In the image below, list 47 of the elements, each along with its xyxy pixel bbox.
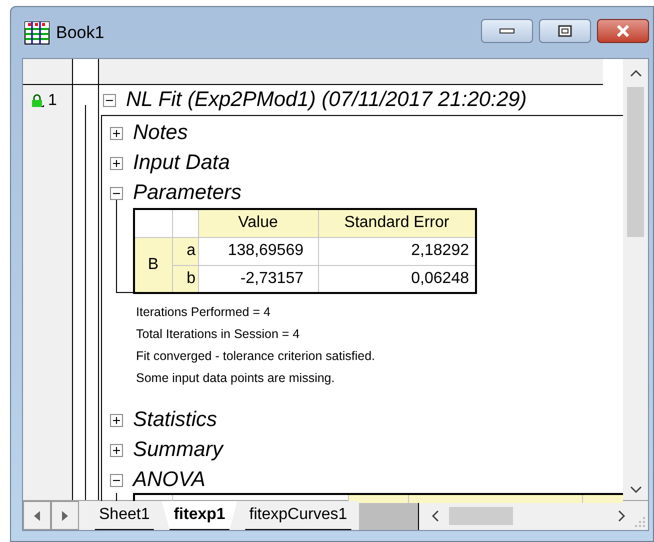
close-icon bbox=[616, 24, 630, 36]
column-header: Standard Error bbox=[318, 209, 476, 237]
collapse-icon[interactable] bbox=[103, 94, 116, 106]
worksheet-icon bbox=[24, 20, 50, 44]
expand-icon[interactable] bbox=[110, 414, 123, 426]
resize-grip-icon bbox=[634, 516, 646, 528]
scroll-left-icon bbox=[431, 510, 440, 522]
collapse-icon[interactable] bbox=[110, 186, 123, 200]
previous-sheet-button[interactable] bbox=[23, 501, 51, 530]
column-header: Value bbox=[198, 209, 318, 237]
minimize-icon bbox=[499, 28, 515, 34]
scroll-right-icon bbox=[618, 510, 626, 522]
section-heading: Parameters bbox=[133, 180, 242, 206]
row-header: b bbox=[172, 265, 198, 293]
row-header: a bbox=[172, 237, 198, 265]
lock-icon bbox=[31, 94, 45, 108]
fit-note: Iterations Performed = 4 bbox=[136, 304, 272, 321]
fit-note: Total Iterations in Session = 4 bbox=[136, 326, 301, 343]
section-heading: Notes bbox=[133, 120, 188, 146]
table-cell: 138,69569 bbox=[198, 237, 318, 265]
section-heading: Input Data bbox=[133, 150, 230, 176]
left-arrow-icon bbox=[34, 510, 40, 520]
scroll-down-icon bbox=[630, 486, 642, 494]
expand-icon[interactable] bbox=[110, 444, 123, 456]
minimize-button[interactable] bbox=[481, 18, 533, 42]
scroll-up-icon bbox=[630, 69, 642, 77]
section-heading: Summary bbox=[133, 437, 223, 464]
section-heading: Statistics bbox=[133, 407, 218, 434]
vertical-scrollbar[interactable] bbox=[623, 59, 648, 500]
report-title: NL Fit (Exp2PMod1) (07/11/2017 21:20:29) bbox=[126, 87, 527, 114]
maximize-button[interactable] bbox=[539, 18, 591, 42]
fit-note: Some input data points are missing. bbox=[136, 370, 336, 387]
expand-icon[interactable] bbox=[110, 126, 123, 140]
row-number: 1 bbox=[48, 91, 57, 111]
collapse-icon[interactable] bbox=[110, 474, 123, 486]
restore-icon bbox=[558, 24, 572, 36]
fit-note: Fit converged - tolerance criterion satisfied. bbox=[136, 348, 376, 365]
section-heading: ANOVA bbox=[133, 467, 206, 494]
window-title: Book1 bbox=[56, 22, 104, 44]
right-arrow-icon bbox=[62, 510, 68, 520]
scrollbar-thumb[interactable] bbox=[449, 506, 514, 524]
sheet-tab[interactable]: fitexp1 bbox=[162, 501, 238, 530]
next-sheet-button[interactable] bbox=[51, 501, 79, 530]
close-button[interactable] bbox=[597, 18, 649, 42]
scrollbar-thumb[interactable] bbox=[627, 87, 644, 237]
expand-icon[interactable] bbox=[110, 156, 123, 170]
group-label: B bbox=[134, 237, 172, 293]
